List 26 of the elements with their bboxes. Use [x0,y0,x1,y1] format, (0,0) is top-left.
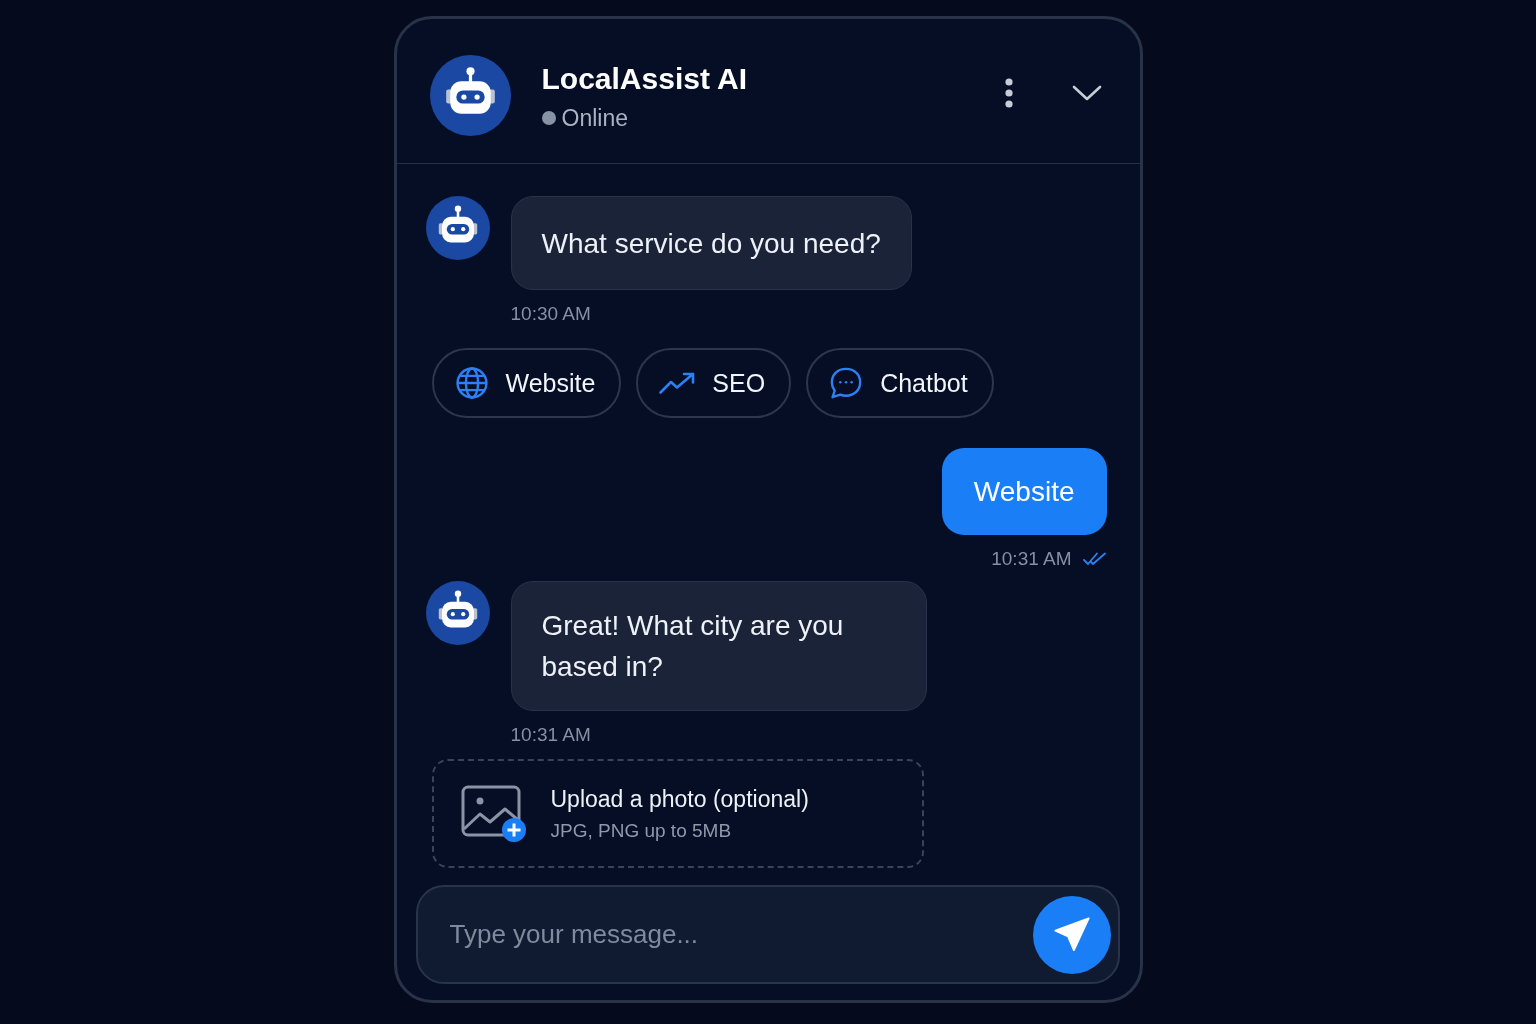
message-time: 10:31 AM [510,724,591,746]
paper-plane-icon [1052,915,1091,954]
quick-reply-chip[interactable]: SEO [636,348,792,418]
quick-reply-chip[interactable]: Website [431,348,622,418]
status-dot-icon [541,111,556,125]
chevron-down-icon[interactable] [1071,85,1102,101]
message-time: 10:31 AM [991,548,1072,570]
image-add-icon [460,784,527,843]
robot-avatar-icon [425,581,490,645]
status-text: Online [561,104,628,132]
robot-avatar-icon [429,55,511,136]
trend-up-icon [659,372,696,394]
quick-reply-chip[interactable]: Chatbot [806,348,994,418]
message-input[interactable]: Type your message... [415,885,1120,984]
assistant-name: LocalAssist AI [541,61,748,97]
upload-hint: JPG, PNG up to 5MB [550,818,733,843]
globe-icon [454,366,489,400]
message-time: 10:30 AM [510,303,591,325]
upload-title: Upload a photo (optional) [550,784,809,813]
message-bubble: What service do you need? [510,196,912,290]
message-bubble: Great! What city are you based in? [510,581,927,711]
more-icon[interactable] [1004,78,1013,108]
photo-upload-dropzone[interactable]: Upload a photo (optional) JPG, PNG up to 5MB [431,759,924,868]
robot-avatar-icon [425,196,490,260]
message-bubble: Website [941,448,1107,535]
chat-bubble-icon [829,366,864,400]
